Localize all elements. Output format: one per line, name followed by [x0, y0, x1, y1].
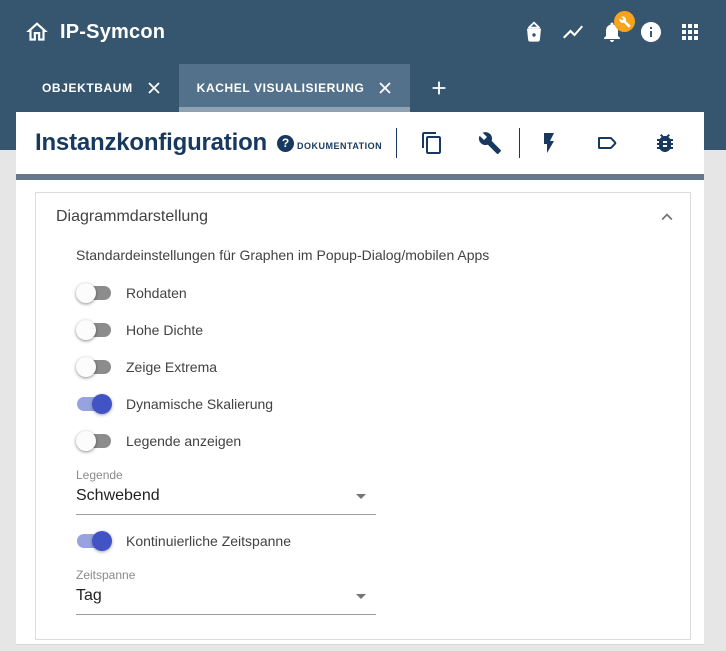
close-icon[interactable]: [147, 81, 161, 95]
instance-toolbar: Instanzkonfiguration ? DOKUMENTATION: [16, 112, 704, 174]
documentation-label: DOKUMENTATION: [297, 141, 382, 152]
page-title: Instanzkonfiguration: [35, 129, 267, 157]
toolbar-divider: [519, 128, 520, 158]
panel-diagrammdarstellung: Diagrammdarstellung Standardeinstellunge…: [35, 192, 691, 640]
app-window: IP-Symcon: [0, 0, 726, 651]
toggle-row-rohdaten: Rohdaten: [76, 283, 690, 303]
apps-icon[interactable]: [678, 20, 702, 44]
toggle-switch[interactable]: [76, 320, 112, 340]
notifications-icon[interactable]: [600, 20, 624, 44]
tab-label: OBJEKTBAUM: [42, 81, 133, 95]
dropdown-arrow-icon: [356, 594, 366, 599]
tab-objektbaum[interactable]: OBJEKTBAUM: [24, 64, 179, 112]
header-actions: [522, 20, 702, 44]
toolbar-divider: [396, 128, 397, 158]
home-icon: [24, 19, 50, 45]
select-legende[interactable]: Legende Schwebend: [76, 468, 376, 515]
panel-header[interactable]: Diagrammdarstellung: [36, 207, 690, 227]
dropdown-arrow-icon: [356, 494, 366, 499]
panel-title: Diagrammdarstellung: [56, 208, 208, 226]
add-tab-button[interactable]: [414, 64, 464, 112]
toggle-label: Kontinuierliche Zeitspanne: [126, 533, 291, 549]
toggle-row-legende-anzeigen: Legende anzeigen: [76, 431, 690, 451]
trending-icon[interactable]: [561, 20, 585, 44]
tab-kachel-visualisierung[interactable]: KACHEL VISUALISIERUNG: [179, 64, 411, 112]
toggle-label: Dynamische Skalierung: [126, 396, 273, 412]
toggle-row-dynamische-skalierung: Dynamische Skalierung: [76, 394, 690, 414]
form-content: Diagrammdarstellung Standardeinstellunge…: [16, 180, 704, 640]
toggle-switch[interactable]: [76, 283, 112, 303]
label-icon[interactable]: [595, 131, 619, 155]
panel-description: Standardeinstellungen für Graphen im Pop…: [76, 247, 670, 263]
update-badge: [614, 11, 635, 32]
help-icon: ?: [277, 135, 294, 152]
toggle-row-zeige-extrema: Zeige Extrema: [76, 357, 690, 377]
brand-home[interactable]: IP-Symcon: [24, 19, 165, 45]
content-card: Instanzkonfiguration ? DOKUMENTATION: [16, 112, 704, 645]
store-icon[interactable]: [522, 20, 546, 44]
toggle-switch[interactable]: [76, 394, 112, 414]
bug-icon[interactable]: [653, 131, 677, 155]
tab-label: KACHEL VISUALISIERUNG: [197, 81, 365, 95]
toggle-switch[interactable]: [76, 357, 112, 377]
select-label: Zeitspanne: [76, 568, 376, 582]
select-value: Schwebend: [76, 487, 160, 505]
toggle-label: Rohdaten: [126, 285, 187, 301]
toggle-row-hohe-dichte: Hohe Dichte: [76, 320, 690, 340]
toggle-switch[interactable]: [76, 431, 112, 451]
toggle-label: Hohe Dichte: [126, 322, 203, 338]
close-icon[interactable]: [378, 81, 392, 95]
select-value: Tag: [76, 587, 102, 605]
chevron-up-icon[interactable]: [656, 206, 678, 228]
copy-icon[interactable]: [420, 131, 444, 155]
select-zeitspanne[interactable]: Zeitspanne Tag: [76, 568, 376, 615]
toggle-row-kontinuierliche-zeitspanne: Kontinuierliche Zeitspanne: [76, 531, 690, 551]
toggle-label: Legende anzeigen: [126, 433, 241, 449]
toggle-label: Zeige Extrema: [126, 359, 217, 375]
flash-icon[interactable]: [537, 131, 561, 155]
wrench-badge-icon: [619, 16, 631, 28]
toolbar-actions: [403, 128, 694, 158]
app-title: IP-Symcon: [60, 21, 165, 44]
toggle-switch[interactable]: [76, 531, 112, 551]
select-label: Legende: [76, 468, 376, 482]
documentation-link[interactable]: ? DOKUMENTATION: [277, 135, 382, 152]
wrench-icon[interactable]: [478, 131, 502, 155]
top-header: IP-Symcon: [0, 0, 726, 64]
info-icon[interactable]: [639, 20, 663, 44]
tab-bar: OBJEKTBAUM KACHEL VISUALISIERUNG: [0, 64, 464, 112]
